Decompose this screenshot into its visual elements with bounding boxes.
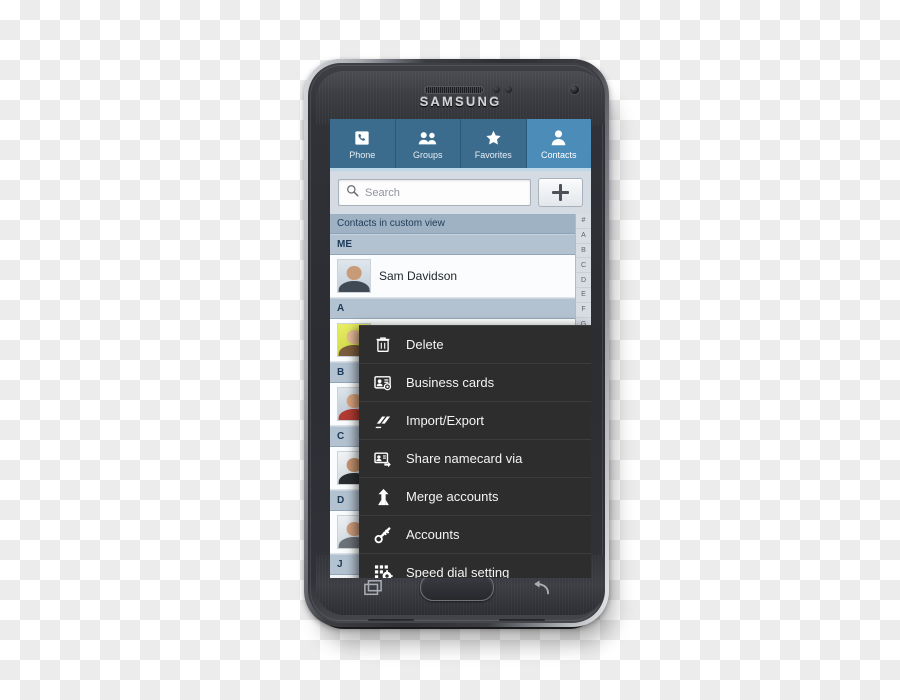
avatar (337, 259, 371, 293)
device-inner-frame: SAMSUNG Phone Groups Favorites Contacts … (308, 63, 605, 623)
menu-item-merge-accounts[interactable]: Merge accounts (359, 478, 591, 516)
share-namecard-icon (373, 449, 393, 469)
menu-item-label: Import/Export (406, 413, 485, 428)
person-icon (548, 128, 570, 148)
avatar-body (338, 281, 370, 292)
search-placeholder: Search (365, 186, 400, 199)
menu-item-delete[interactable]: Delete (359, 325, 591, 364)
tab-contacts[interactable]: Contacts (526, 119, 591, 168)
speed-dial-gear-icon (373, 563, 393, 578)
tab-favorites[interactable]: Favorites (461, 119, 527, 168)
bottom-speaker-slit (499, 619, 545, 621)
key-icon (373, 525, 393, 545)
tab-groups-label: Groups (412, 149, 443, 160)
tab-contacts-label: Contacts (540, 149, 577, 160)
menu-item-import-export[interactable]: Import/Export (359, 402, 591, 440)
alpha-index-F[interactable]: F (576, 303, 591, 318)
alpha-index-B[interactable]: B (576, 244, 591, 259)
people-group-icon (417, 128, 439, 148)
import-export-icon (373, 411, 393, 431)
proximity-sensor-icon (493, 86, 500, 93)
light-sensor-icon (505, 86, 512, 93)
bottom-speaker-slit (368, 619, 414, 621)
list-item[interactable]: Sam Davidson (330, 255, 575, 298)
recents-key-icon[interactable] (362, 579, 384, 597)
search-row: Search (330, 171, 591, 214)
search-input[interactable]: Search (338, 179, 531, 206)
tab-phone[interactable]: Phone (330, 119, 396, 168)
trash-icon (373, 335, 393, 355)
avatar-head (346, 265, 362, 280)
phone-handset-icon (351, 128, 373, 148)
star-icon (482, 128, 504, 148)
menu-item-label: Share namecard via (406, 451, 523, 466)
samsung-logo: SAMSUNG (419, 94, 502, 109)
menu-item-accounts[interactable]: Accounts (359, 516, 591, 554)
business-card-icon (373, 373, 393, 393)
menu-item-label: Accounts (406, 527, 460, 542)
overflow-menu: Delete Business cards Import/Export Shar… (359, 325, 591, 578)
add-contact-button[interactable] (538, 178, 583, 207)
section-header-me: ME (330, 234, 575, 255)
custom-view-banner: Contacts in custom view (330, 214, 575, 234)
tab-phone-label: Phone (349, 149, 376, 160)
menu-item-business-cards[interactable]: Business cards (359, 364, 591, 402)
menu-item-speed-dial-setting[interactable]: Speed dial setting (359, 554, 591, 578)
search-icon (346, 184, 359, 202)
section-header-a: A (330, 298, 575, 319)
back-key-icon[interactable] (529, 579, 551, 597)
menu-item-share-namecard[interactable]: Share namecard via (359, 440, 591, 478)
device-outer-frame: SAMSUNG Phone Groups Favorites Contacts … (304, 59, 609, 627)
tab-groups[interactable]: Groups (395, 119, 461, 168)
front-camera-icon (570, 85, 579, 94)
alpha-index-C[interactable]: C (576, 258, 591, 274)
merge-arrow-icon (373, 487, 393, 507)
contact-name: Sam Davidson (379, 269, 458, 283)
samsung-phone-device: SAMSUNG Phone Groups Favorites Contacts … (304, 59, 609, 629)
home-button[interactable] (419, 574, 494, 601)
alpha-index-A[interactable]: A (576, 229, 591, 244)
phone-screen: Phone Groups Favorites Contacts Search C… (330, 119, 591, 578)
menu-item-label: Business cards (406, 375, 495, 390)
earpiece-speaker (424, 86, 484, 94)
menu-item-label: Merge accounts (406, 489, 499, 504)
alpha-index-#[interactable]: # (576, 214, 591, 229)
alpha-index-E[interactable]: E (576, 288, 591, 303)
menu-item-label: Delete (406, 337, 444, 352)
plus-icon (552, 184, 569, 201)
alpha-index-D[interactable]: D (576, 273, 591, 289)
tab-favorites-label: Favorites (474, 149, 512, 160)
tab-bar: Phone Groups Favorites Contacts (330, 119, 591, 168)
menu-item-label: Speed dial setting (406, 565, 510, 578)
